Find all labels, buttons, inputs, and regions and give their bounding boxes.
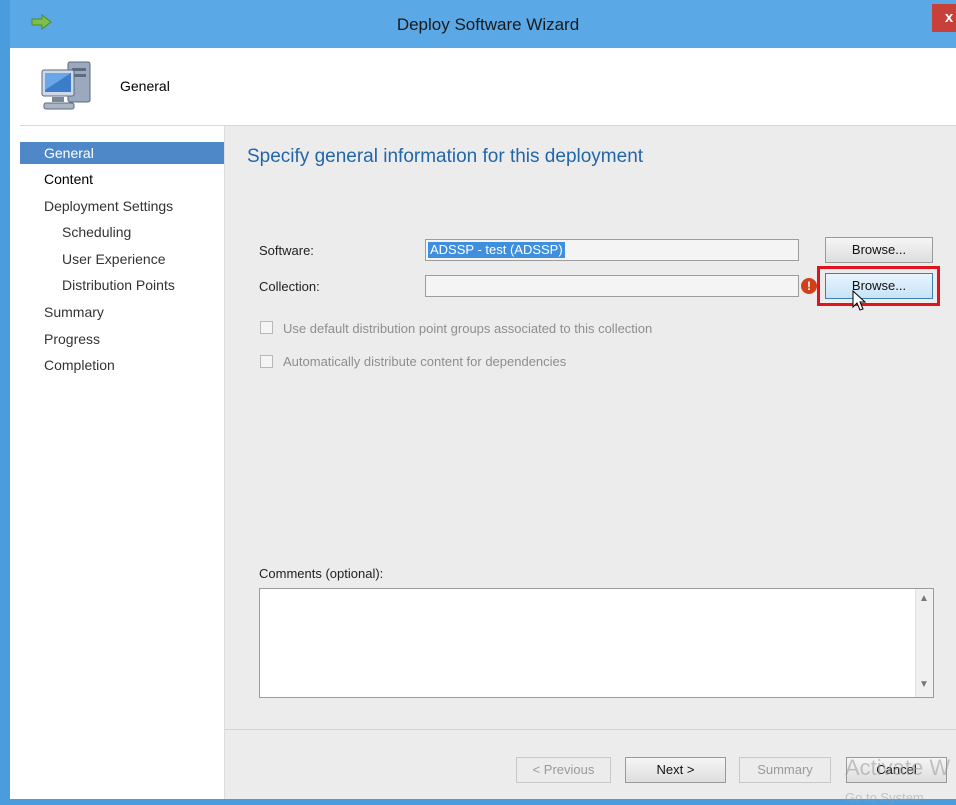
comments-label: Comments (optional):	[259, 566, 384, 581]
nav-item-user-experience[interactable]: User Experience	[20, 248, 224, 270]
wizard-header: General	[20, 48, 956, 126]
software-value: ADSSP - test (ADSSP)	[428, 242, 565, 258]
scroll-down-icon[interactable]: ▼	[919, 679, 929, 690]
main-panel: Specify general information for this dep…	[225, 126, 956, 799]
nav-item-content[interactable]: Content	[20, 168, 224, 190]
collection-field[interactable]	[425, 275, 799, 297]
default-dp-checkbox-label: Use default distribution point groups as…	[283, 321, 653, 336]
title-bar: Deploy Software Wizard x	[10, 0, 956, 48]
comments-textarea[interactable]: ▲ ▼	[259, 588, 934, 698]
comments-scrollbar[interactable]: ▲ ▼	[915, 589, 933, 697]
summary-button[interactable]: Summary	[739, 757, 831, 783]
activation-watermark-sub: Go to System	[845, 790, 924, 805]
wizard-nav: General Content Deployment Settings Sche…	[20, 126, 225, 799]
scroll-up-icon[interactable]: ▲	[919, 593, 929, 604]
activation-watermark: Activate W	[845, 755, 951, 780]
default-dp-checkbox[interactable]	[260, 321, 273, 334]
header-title: General	[120, 78, 170, 94]
dependencies-checkbox-label: Automatically distribute content for dep…	[283, 354, 567, 369]
nav-item-deployment-settings[interactable]: Deployment Settings	[20, 195, 224, 217]
next-button[interactable]: Next >	[625, 757, 726, 783]
software-field[interactable]: ADSSP - test (ADSSP)	[425, 239, 799, 261]
page-title: Specify general information for this dep…	[247, 146, 644, 167]
nav-item-distribution-points[interactable]: Distribution Points	[20, 274, 224, 296]
footer-divider	[225, 729, 956, 730]
collection-label: Collection:	[259, 279, 320, 294]
window-title: Deploy Software Wizard	[396, 15, 580, 34]
mouse-cursor-icon	[852, 290, 866, 311]
software-browse-button[interactable]: Browse...	[825, 237, 933, 263]
error-icon: !	[801, 278, 817, 294]
nav-item-completion[interactable]: Completion	[20, 354, 224, 376]
dependencies-checkbox[interactable]	[260, 355, 273, 368]
wizard-window: Deploy Software Wizard x General General…	[0, 0, 956, 805]
nav-item-general[interactable]: General	[20, 142, 224, 164]
computer-icon	[41, 61, 91, 110]
nav-item-progress[interactable]: Progress	[20, 328, 224, 350]
nav-item-scheduling[interactable]: Scheduling	[20, 221, 224, 243]
nav-item-summary[interactable]: Summary	[20, 301, 224, 323]
close-button[interactable]: x	[932, 4, 956, 32]
software-label: Software:	[259, 243, 314, 258]
highlight-box	[817, 266, 940, 306]
previous-button[interactable]: < Previous	[516, 757, 611, 783]
